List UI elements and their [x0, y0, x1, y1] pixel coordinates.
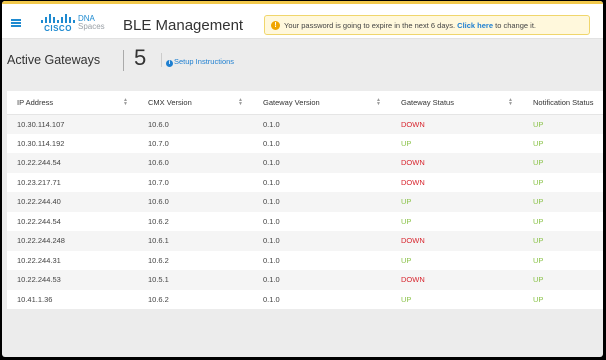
cell-ip-address: 10.41.1.36: [7, 289, 138, 309]
cell-gateway-version: 0.1.0: [253, 153, 391, 173]
table-row[interactable]: 10.22.244.54 10.6.2 0.1.0 UP UP: [7, 211, 603, 231]
cell-notification-status: UP: [523, 172, 603, 192]
change-password-link[interactable]: Click here: [457, 21, 493, 30]
column-header-cmx-version[interactable]: CMX Version ▲ ▼: [138, 91, 253, 115]
app-title: BLE Management: [123, 17, 244, 34]
cisco-logo[interactable]: CISCO: [38, 14, 78, 34]
cell-cmx-version: 10.7.0: [138, 133, 253, 153]
cell-gateway-version: 0.1.0: [253, 192, 391, 212]
warning-icon: !: [271, 21, 280, 30]
table-row[interactable]: 10.22.244.31 10.6.2 0.1.0 UP UP: [7, 250, 603, 270]
cell-gateway-status: DOWN: [391, 153, 523, 173]
sort-icon[interactable]: ▲ ▼: [376, 98, 381, 107]
cell-gateway-version: 0.1.0: [253, 211, 391, 231]
product-line-2: Spaces: [78, 22, 105, 31]
cell-notification-status: UP: [523, 289, 603, 309]
logo-text: CISCO: [44, 24, 72, 33]
cell-notification-status: UP: [523, 114, 603, 134]
cell-ip-address: 10.22.244.248: [7, 231, 138, 251]
cell-ip-address: 10.22.244.40: [7, 192, 138, 212]
table-row[interactable]: 10.23.217.71 10.7.0 0.1.0 DOWN UP: [7, 172, 603, 192]
cell-gateway-version: 0.1.0: [253, 270, 391, 290]
cell-gateway-status: DOWN: [391, 231, 523, 251]
cell-gateway-status: DOWN: [391, 172, 523, 192]
cell-notification-status: UP: [523, 250, 603, 270]
cell-gateway-status: UP: [391, 133, 523, 153]
cell-gateway-status: UP: [391, 211, 523, 231]
info-icon: i: [166, 60, 173, 67]
page-header: Active Gateways 5 i Setup Instructions: [2, 39, 603, 79]
table-header-row: IP Address ▲ ▼ CMX Version ▲ ▼ Gateway Versi…: [7, 91, 603, 115]
cell-cmx-version: 10.6.0: [138, 192, 253, 212]
cell-gateway-status: UP: [391, 289, 523, 309]
app-window: CISCO DNA Spaces BLE Management ! Your p…: [2, 1, 603, 357]
top-bar: CISCO DNA Spaces BLE Management ! Your p…: [2, 1, 603, 39]
table-row[interactable]: 10.22.244.40 10.6.0 0.1.0 UP UP: [7, 192, 603, 212]
sort-icon[interactable]: ▲ ▼: [123, 98, 128, 107]
cell-cmx-version: 10.5.1: [138, 270, 253, 290]
cell-notification-status: UP: [523, 153, 603, 173]
password-expiry-alert: ! Your password is going to expire in th…: [264, 15, 590, 35]
cell-ip-address: 10.22.244.54: [7, 153, 138, 173]
cell-cmx-version: 10.6.2: [138, 289, 253, 309]
table-row[interactable]: 10.30.114.107 10.6.0 0.1.0 DOWN UP: [7, 114, 603, 134]
divider: [123, 50, 124, 71]
cell-gateway-status: DOWN: [391, 270, 523, 290]
cell-notification-status: UP: [523, 133, 603, 153]
sort-icon[interactable]: ▲ ▼: [508, 98, 513, 107]
setup-instructions-link[interactable]: i Setup Instructions: [166, 57, 234, 67]
cell-ip-address: 10.30.114.192: [7, 133, 138, 153]
cell-cmx-version: 10.7.0: [138, 172, 253, 192]
sort-icon[interactable]: ▲ ▼: [238, 98, 243, 107]
gateway-count: 5: [134, 45, 147, 70]
cell-cmx-version: 10.6.0: [138, 114, 253, 134]
cell-gateway-status: DOWN: [391, 114, 523, 134]
cell-notification-status: UP: [523, 231, 603, 251]
table-row[interactable]: 10.41.1.36 10.6.2 0.1.0 UP UP: [7, 289, 603, 309]
divider: [161, 53, 162, 67]
cell-notification-status: UP: [523, 192, 603, 212]
cell-ip-address: 10.22.244.31: [7, 250, 138, 270]
cell-cmx-version: 10.6.1: [138, 231, 253, 251]
cell-gateway-version: 0.1.0: [253, 250, 391, 270]
hamburger-menu-icon[interactable]: [11, 19, 21, 27]
cell-gateway-version: 0.1.0: [253, 231, 391, 251]
cisco-bars-icon: [40, 14, 75, 23]
cell-ip-address: 10.30.114.107: [7, 114, 138, 134]
column-header-notification-status: Notification Status: [523, 91, 603, 115]
gateways-table: IP Address ▲ ▼ CMX Version ▲ ▼ Gateway Versi…: [7, 91, 603, 309]
cell-cmx-version: 10.6.2: [138, 250, 253, 270]
alert-suffix: to change it.: [495, 21, 536, 30]
cell-gateway-version: 0.1.0: [253, 289, 391, 309]
table-row[interactable]: 10.22.244.248 10.6.1 0.1.0 DOWN UP: [7, 231, 603, 251]
cell-gateway-version: 0.1.0: [253, 114, 391, 134]
gateways-table-card: IP Address ▲ ▼ CMX Version ▲ ▼ Gateway Versi…: [7, 91, 603, 309]
cell-ip-address: 10.23.217.71: [7, 172, 138, 192]
table-row[interactable]: 10.30.114.192 10.7.0 0.1.0 UP UP: [7, 133, 603, 153]
cell-gateway-status: UP: [391, 250, 523, 270]
cell-notification-status: UP: [523, 211, 603, 231]
cell-notification-status: UP: [523, 270, 603, 290]
table-row[interactable]: 10.22.244.54 10.6.0 0.1.0 DOWN UP: [7, 153, 603, 173]
setup-instructions-label: Setup Instructions: [174, 57, 235, 66]
cell-cmx-version: 10.6.0: [138, 153, 253, 173]
page-title: Active Gateways: [7, 53, 101, 67]
alert-message: Your password is going to expire in the …: [284, 21, 456, 30]
column-header-gateway-status[interactable]: Gateway Status ▲ ▼: [391, 91, 523, 115]
cell-gateway-status: UP: [391, 192, 523, 212]
table-row[interactable]: 10.22.244.53 10.5.1 0.1.0 DOWN UP: [7, 270, 603, 290]
cell-ip-address: 10.22.244.53: [7, 270, 138, 290]
cell-gateway-version: 0.1.0: [253, 172, 391, 192]
cell-cmx-version: 10.6.2: [138, 211, 253, 231]
cell-ip-address: 10.22.244.54: [7, 211, 138, 231]
column-header-gateway-version[interactable]: Gateway Version ▲ ▼: [253, 91, 391, 115]
cell-gateway-version: 0.1.0: [253, 133, 391, 153]
column-header-ip-address[interactable]: IP Address ▲ ▼: [7, 91, 138, 115]
product-name: DNA Spaces: [78, 15, 105, 31]
